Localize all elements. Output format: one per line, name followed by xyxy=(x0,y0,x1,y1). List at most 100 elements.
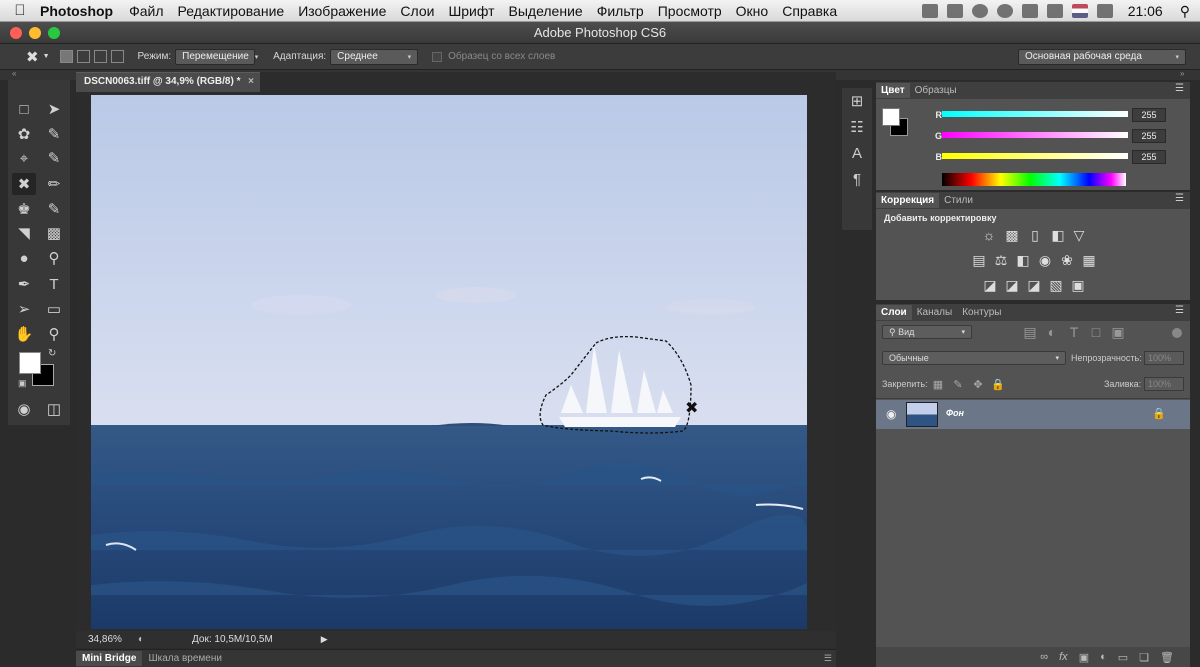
subtract-selection-icon[interactable] xyxy=(93,50,107,63)
menu-view[interactable]: Просмотр xyxy=(658,3,722,19)
panel-menu-icon[interactable]: ☰ xyxy=(1175,305,1184,316)
red-slider[interactable] xyxy=(942,111,1128,117)
hand-tool-icon[interactable]: ✋ xyxy=(12,323,36,345)
tab-layers[interactable]: Слои xyxy=(876,305,912,320)
zoom-level[interactable]: 34,86% xyxy=(88,634,134,645)
volume-icon[interactable] xyxy=(1096,4,1113,18)
menu-image[interactable]: Изображение xyxy=(298,3,386,19)
invert-icon[interactable]: ◪ xyxy=(982,277,998,293)
menu-window[interactable]: Окно xyxy=(736,3,769,19)
gradient-tool-icon[interactable]: ▩ xyxy=(42,222,66,244)
vibrance-icon[interactable]: ▽ xyxy=(1071,227,1087,243)
app-menu[interactable]: Photoshop xyxy=(40,3,113,19)
photoshop-cs-icon[interactable] xyxy=(921,4,938,18)
intersect-selection-icon[interactable] xyxy=(110,50,124,63)
eraser-tool-icon[interactable]: ◥ xyxy=(12,222,36,244)
blend-mode-select[interactable]: Обычные ▾ xyxy=(882,351,1066,365)
bluetooth-icon[interactable] xyxy=(1021,4,1038,18)
green-value-input[interactable]: 255 xyxy=(1132,129,1166,143)
display-icon[interactable] xyxy=(946,4,963,18)
filter-pixel-icon[interactable]: ▤ xyxy=(1022,324,1038,340)
posterize-icon[interactable]: ◪ xyxy=(1004,277,1020,293)
photo-filter-icon[interactable]: ◉ xyxy=(1037,252,1053,268)
tab-styles[interactable]: Стили xyxy=(939,193,978,208)
menu-filter[interactable]: Фильтр xyxy=(597,3,644,19)
document-tab[interactable]: DSCN0063.tiff @ 34,9% (RGB/8) * × xyxy=(76,72,260,92)
path-selection-tool-icon[interactable]: ➢ xyxy=(12,298,36,320)
type-tool-icon[interactable]: T xyxy=(42,273,66,295)
menu-layers[interactable]: Слои xyxy=(400,3,434,19)
history-panel-icon[interactable]: ⊞ xyxy=(842,88,872,114)
search-icon[interactable]: ⚲ xyxy=(1180,3,1190,20)
menu-type[interactable]: Шрифт xyxy=(448,3,494,19)
new-layer-icon[interactable]: ❏ xyxy=(1139,651,1149,664)
new-adjustment-layer-icon[interactable]: ◐ xyxy=(1100,651,1107,663)
zoom-tool-icon[interactable]: ⚲ xyxy=(42,323,66,345)
quick-mask-icon[interactable]: ◉ xyxy=(12,398,36,420)
time-machine-icon[interactable] xyxy=(971,4,988,18)
menubar-clock[interactable]: 21:06 xyxy=(1128,3,1163,19)
levels-icon[interactable]: ▩ xyxy=(1004,227,1020,243)
filter-smart-icon[interactable]: ▣ xyxy=(1110,324,1126,340)
adaptation-select[interactable]: Среднее ▾ xyxy=(330,48,419,65)
link-layers-icon[interactable]: ∞ xyxy=(1040,651,1048,663)
properties-panel-icon[interactable]: ☷ xyxy=(842,114,872,140)
foreground-color-swatch[interactable] xyxy=(19,352,41,374)
status-menu-arrow-icon[interactable]: ▶ xyxy=(321,634,328,645)
swap-colors-icon[interactable]: ↻ xyxy=(48,348,56,359)
filter-toggle-icon[interactable] xyxy=(1172,328,1182,338)
menu-select[interactable]: Выделение xyxy=(509,3,583,19)
flag-us-icon[interactable] xyxy=(1071,4,1088,18)
filter-adjustment-icon[interactable]: ◐ xyxy=(1044,324,1060,340)
chevron-down-icon[interactable]: ▼ xyxy=(43,53,50,60)
tab-paths[interactable]: Контуры xyxy=(957,305,1006,320)
dodge-tool-icon[interactable]: ⚲ xyxy=(42,247,66,269)
gradient-map-icon[interactable]: ▧ xyxy=(1048,277,1064,293)
layer-filter-select[interactable]: ⚲ Вид ▾ xyxy=(882,325,972,339)
tab-timeline[interactable]: Шкала времени xyxy=(142,651,227,666)
blur-tool-icon[interactable]: ● xyxy=(12,247,36,269)
add-mask-icon[interactable]: ▣ xyxy=(1079,651,1089,664)
wifi-icon[interactable] xyxy=(1046,4,1063,18)
lock-image-icon[interactable]: ✎ xyxy=(950,377,966,391)
quick-selection-tool-icon[interactable]: ✎ xyxy=(42,123,66,145)
lock-position-icon[interactable]: ✥ xyxy=(970,377,986,391)
collapse-panels-icon[interactable]: » xyxy=(1180,69,1184,78)
tab-color[interactable]: Цвет xyxy=(876,83,910,98)
panel-menu-icon[interactable]: ☰ xyxy=(824,653,832,664)
new-selection-icon[interactable] xyxy=(59,50,73,63)
layer-name[interactable]: Фон xyxy=(946,408,964,418)
new-group-icon[interactable]: ▭ xyxy=(1118,651,1128,664)
apple-menu-icon[interactable]:  xyxy=(0,2,40,19)
history-brush-tool-icon[interactable]: ✎ xyxy=(42,198,66,220)
curves-icon[interactable]: ▯ xyxy=(1027,227,1043,243)
opacity-input[interactable]: 100% xyxy=(1144,351,1184,365)
sample-all-layers-checkbox[interactable] xyxy=(432,51,443,62)
selective-color-icon[interactable]: ▣ xyxy=(1070,277,1086,293)
panel-menu-icon[interactable]: ☰ xyxy=(1175,83,1184,94)
red-value-input[interactable]: 255 xyxy=(1132,108,1166,122)
threshold-icon[interactable]: ◪ xyxy=(1026,277,1042,293)
black-white-icon[interactable]: ◧ xyxy=(1015,252,1031,268)
layer-style-icon[interactable]: fx xyxy=(1059,651,1068,663)
delete-layer-icon[interactable]: 🗑 xyxy=(1160,651,1174,664)
character-panel-icon[interactable]: A xyxy=(842,140,872,166)
crop-tool-icon[interactable]: ⌖ xyxy=(12,147,36,169)
filter-shape-icon[interactable]: □ xyxy=(1088,324,1104,340)
patch-tool-preset-icon[interactable]: ✖ xyxy=(26,48,39,66)
lock-transparent-icon[interactable]: ▦ xyxy=(930,377,946,391)
layer-row[interactable]: ◉ Фон 🔒 xyxy=(876,400,1190,429)
lasso-tool-icon[interactable]: ✿ xyxy=(12,123,36,145)
menu-help[interactable]: Справка xyxy=(782,3,837,19)
mode-select[interactable]: Перемещение ▾ xyxy=(175,48,258,65)
sync-icon[interactable] xyxy=(996,4,1013,18)
panel-menu-icon[interactable]: ☰ xyxy=(1175,193,1184,204)
marquee-tool-icon[interactable]: □ xyxy=(12,98,36,120)
brightness-icon[interactable]: ☼ xyxy=(981,227,997,243)
screen-mode-icon[interactable]: ◫ xyxy=(42,398,66,420)
green-slider[interactable] xyxy=(942,132,1128,138)
eyedropper-tool-icon[interactable]: ✎ xyxy=(42,147,66,169)
patch-tool-icon[interactable]: ✖ xyxy=(12,173,36,195)
pen-tool-icon[interactable]: ✒ xyxy=(12,273,36,295)
tab-channels[interactable]: Каналы xyxy=(912,305,958,320)
